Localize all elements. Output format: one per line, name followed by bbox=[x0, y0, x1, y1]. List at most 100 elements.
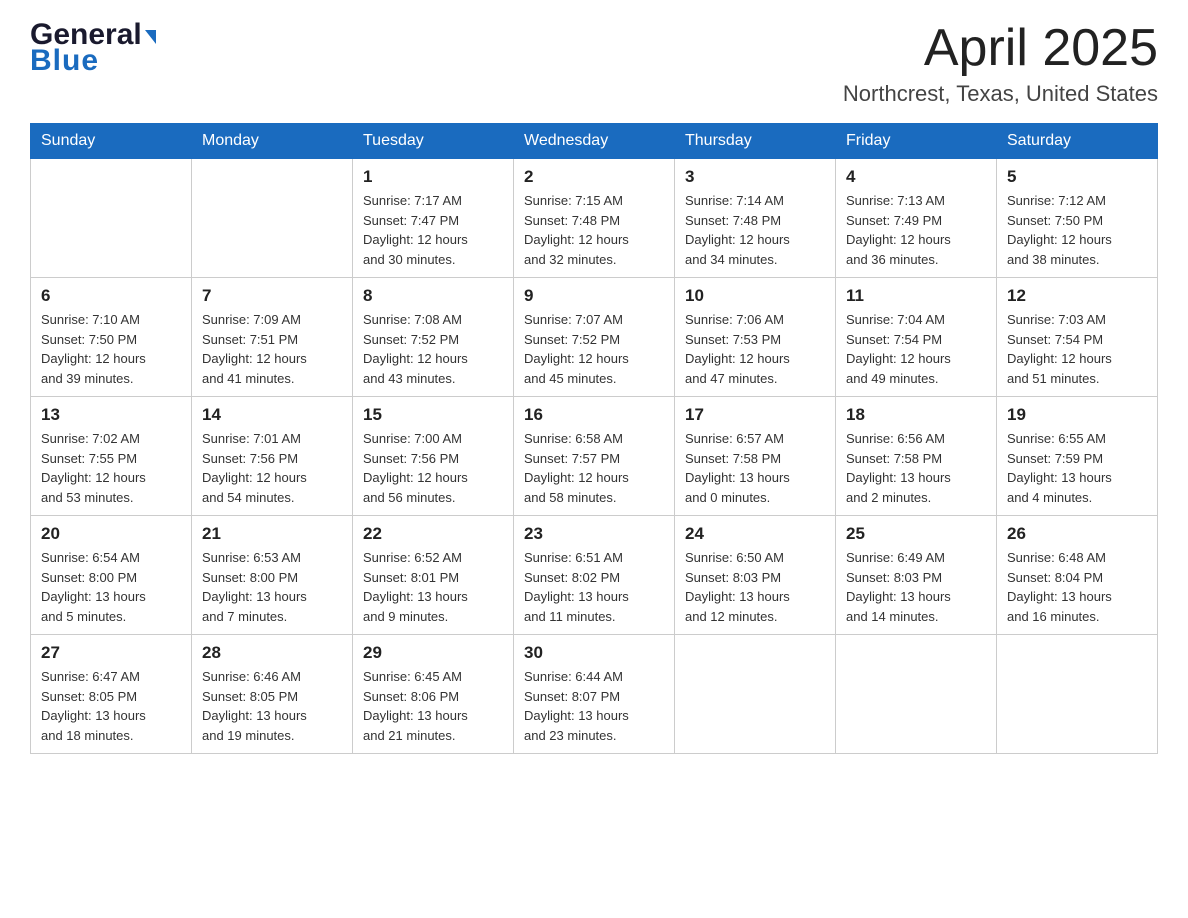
day-info: Sunrise: 7:17 AMSunset: 7:47 PMDaylight:… bbox=[363, 191, 503, 269]
day-info: Sunrise: 6:50 AMSunset: 8:03 PMDaylight:… bbox=[685, 548, 825, 626]
month-year-title: April 2025 bbox=[843, 20, 1158, 77]
table-row: 14 Sunrise: 7:01 AMSunset: 7:56 PMDayligh… bbox=[192, 397, 353, 516]
calendar-table: Sunday Monday Tuesday Wednesday Thursday… bbox=[30, 123, 1158, 754]
location-subtitle: Northcrest, Texas, United States bbox=[843, 81, 1158, 107]
col-thursday: Thursday bbox=[675, 124, 836, 159]
table-row bbox=[192, 159, 353, 278]
table-row: 22Sunrise: 6:52 AMSunset: 8:01 PMDayligh… bbox=[353, 516, 514, 635]
col-sunday: Sunday bbox=[31, 124, 192, 159]
col-friday: Friday bbox=[836, 124, 997, 159]
day-info: Sunrise: 7:10 AMSunset: 7:50 PMDaylight:… bbox=[41, 310, 181, 388]
day-number: 4 bbox=[846, 167, 986, 187]
table-row: 25 Sunrise: 6:49 AMSunset: 8:03 PMDayligh… bbox=[836, 516, 997, 635]
day-number: 1 bbox=[363, 167, 503, 187]
table-row: 4 Sunrise: 7:13 AMSunset: 7:49 PMDaylight… bbox=[836, 159, 997, 278]
day-info: Sunrise: 7:12 AMSunset: 7:50 PMDaylight:… bbox=[1007, 191, 1147, 269]
day-info: Sunrise: 6:51 AMSunset: 8:02 PMDaylight:… bbox=[524, 548, 664, 626]
page-header: General Blue April 2025 Northcrest, Texa… bbox=[30, 20, 1158, 107]
table-row: 7 Sunrise: 7:09 AMSunset: 7:51 PMDaylight… bbox=[192, 278, 353, 397]
calendar-week-row: 20 Sunrise: 6:54 AMSunset: 8:00 PMDayligh… bbox=[31, 516, 1158, 635]
table-row bbox=[836, 635, 997, 754]
day-number: 27 bbox=[41, 643, 181, 663]
table-row: 11 Sunrise: 7:04 AMSunset: 7:54 PMDayligh… bbox=[836, 278, 997, 397]
day-number: 11 bbox=[846, 286, 986, 306]
day-info: Sunrise: 7:07 AMSunset: 7:52 PMDaylight:… bbox=[524, 310, 664, 388]
day-info: Sunrise: 6:53 AMSunset: 8:00 PMDaylight:… bbox=[202, 548, 342, 626]
table-row: 13 Sunrise: 7:02 AMSunset: 7:55 PMDayligh… bbox=[31, 397, 192, 516]
day-info: Sunrise: 6:46 AMSunset: 8:05 PMDaylight:… bbox=[202, 667, 342, 745]
day-number: 28 bbox=[202, 643, 342, 663]
calendar-week-row: 13 Sunrise: 7:02 AMSunset: 7:55 PMDayligh… bbox=[31, 397, 1158, 516]
col-tuesday: Tuesday bbox=[353, 124, 514, 159]
day-number: 20 bbox=[41, 524, 181, 544]
table-row: 17 Sunrise: 6:57 AMSunset: 7:58 PMDayligh… bbox=[675, 397, 836, 516]
calendar-week-row: 1 Sunrise: 7:17 AMSunset: 7:47 PMDaylight… bbox=[31, 159, 1158, 278]
table-row bbox=[997, 635, 1158, 754]
table-row: 9Sunrise: 7:07 AMSunset: 7:52 PMDaylight… bbox=[514, 278, 675, 397]
calendar-week-row: 27Sunrise: 6:47 AMSunset: 8:05 PMDayligh… bbox=[31, 635, 1158, 754]
day-number: 18 bbox=[846, 405, 986, 425]
day-number: 3 bbox=[685, 167, 825, 187]
day-number: 23 bbox=[524, 524, 664, 544]
table-row: 8 Sunrise: 7:08 AMSunset: 7:52 PMDaylight… bbox=[353, 278, 514, 397]
day-info: Sunrise: 6:48 AMSunset: 8:04 PMDaylight:… bbox=[1007, 548, 1147, 626]
day-number: 12 bbox=[1007, 286, 1147, 306]
table-row: 20 Sunrise: 6:54 AMSunset: 8:00 PMDayligh… bbox=[31, 516, 192, 635]
table-row: 15 Sunrise: 7:00 AMSunset: 7:56 PMDayligh… bbox=[353, 397, 514, 516]
col-saturday: Saturday bbox=[997, 124, 1158, 159]
table-row: 24Sunrise: 6:50 AMSunset: 8:03 PMDayligh… bbox=[675, 516, 836, 635]
day-info: Sunrise: 7:13 AMSunset: 7:49 PMDaylight:… bbox=[846, 191, 986, 269]
table-row: 21Sunrise: 6:53 AMSunset: 8:00 PMDayligh… bbox=[192, 516, 353, 635]
logo-triangle-icon bbox=[145, 30, 156, 44]
day-number: 26 bbox=[1007, 524, 1147, 544]
day-info: Sunrise: 7:01 AMSunset: 7:56 PMDaylight:… bbox=[202, 429, 342, 507]
day-info: Sunrise: 7:03 AMSunset: 7:54 PMDaylight:… bbox=[1007, 310, 1147, 388]
day-number: 22 bbox=[363, 524, 503, 544]
table-row: 26 Sunrise: 6:48 AMSunset: 8:04 PMDayligh… bbox=[997, 516, 1158, 635]
title-block: April 2025 Northcrest, Texas, United Sta… bbox=[843, 20, 1158, 107]
day-info: Sunrise: 7:08 AMSunset: 7:52 PMDaylight:… bbox=[363, 310, 503, 388]
day-info: Sunrise: 6:56 AMSunset: 7:58 PMDaylight:… bbox=[846, 429, 986, 507]
table-row: 18 Sunrise: 6:56 AMSunset: 7:58 PMDayligh… bbox=[836, 397, 997, 516]
table-row: 3Sunrise: 7:14 AMSunset: 7:48 PMDaylight… bbox=[675, 159, 836, 278]
table-row: 6 Sunrise: 7:10 AMSunset: 7:50 PMDaylight… bbox=[31, 278, 192, 397]
logo: General Blue bbox=[30, 20, 156, 76]
table-row: 2 Sunrise: 7:15 AMSunset: 7:48 PMDaylight… bbox=[514, 159, 675, 278]
day-number: 2 bbox=[524, 167, 664, 187]
day-number: 29 bbox=[363, 643, 503, 663]
table-row: 28 Sunrise: 6:46 AMSunset: 8:05 PMDayligh… bbox=[192, 635, 353, 754]
col-wednesday: Wednesday bbox=[514, 124, 675, 159]
table-row bbox=[675, 635, 836, 754]
day-number: 14 bbox=[202, 405, 342, 425]
table-row: 27Sunrise: 6:47 AMSunset: 8:05 PMDayligh… bbox=[31, 635, 192, 754]
day-info: Sunrise: 7:09 AMSunset: 7:51 PMDaylight:… bbox=[202, 310, 342, 388]
day-info: Sunrise: 7:02 AMSunset: 7:55 PMDaylight:… bbox=[41, 429, 181, 507]
day-info: Sunrise: 7:06 AMSunset: 7:53 PMDaylight:… bbox=[685, 310, 825, 388]
day-number: 5 bbox=[1007, 167, 1147, 187]
day-number: 17 bbox=[685, 405, 825, 425]
table-row: 23 Sunrise: 6:51 AMSunset: 8:02 PMDayligh… bbox=[514, 516, 675, 635]
day-info: Sunrise: 7:15 AMSunset: 7:48 PMDaylight:… bbox=[524, 191, 664, 269]
day-number: 25 bbox=[846, 524, 986, 544]
table-row: 19Sunrise: 6:55 AMSunset: 7:59 PMDayligh… bbox=[997, 397, 1158, 516]
table-row: 5 Sunrise: 7:12 AMSunset: 7:50 PMDaylight… bbox=[997, 159, 1158, 278]
day-info: Sunrise: 6:49 AMSunset: 8:03 PMDaylight:… bbox=[846, 548, 986, 626]
day-number: 13 bbox=[41, 405, 181, 425]
col-monday: Monday bbox=[192, 124, 353, 159]
day-number: 7 bbox=[202, 286, 342, 306]
day-number: 10 bbox=[685, 286, 825, 306]
calendar-week-row: 6 Sunrise: 7:10 AMSunset: 7:50 PMDaylight… bbox=[31, 278, 1158, 397]
day-number: 16 bbox=[524, 405, 664, 425]
day-number: 15 bbox=[363, 405, 503, 425]
day-info: Sunrise: 6:54 AMSunset: 8:00 PMDaylight:… bbox=[41, 548, 181, 626]
day-info: Sunrise: 6:44 AMSunset: 8:07 PMDaylight:… bbox=[524, 667, 664, 745]
day-number: 6 bbox=[41, 286, 181, 306]
table-row: 1 Sunrise: 7:17 AMSunset: 7:47 PMDaylight… bbox=[353, 159, 514, 278]
day-info: Sunrise: 6:57 AMSunset: 7:58 PMDaylight:… bbox=[685, 429, 825, 507]
day-info: Sunrise: 7:04 AMSunset: 7:54 PMDaylight:… bbox=[846, 310, 986, 388]
table-row bbox=[31, 159, 192, 278]
table-row: 10 Sunrise: 7:06 AMSunset: 7:53 PMDayligh… bbox=[675, 278, 836, 397]
day-info: Sunrise: 7:00 AMSunset: 7:56 PMDaylight:… bbox=[363, 429, 503, 507]
day-number: 30 bbox=[524, 643, 664, 663]
day-number: 8 bbox=[363, 286, 503, 306]
